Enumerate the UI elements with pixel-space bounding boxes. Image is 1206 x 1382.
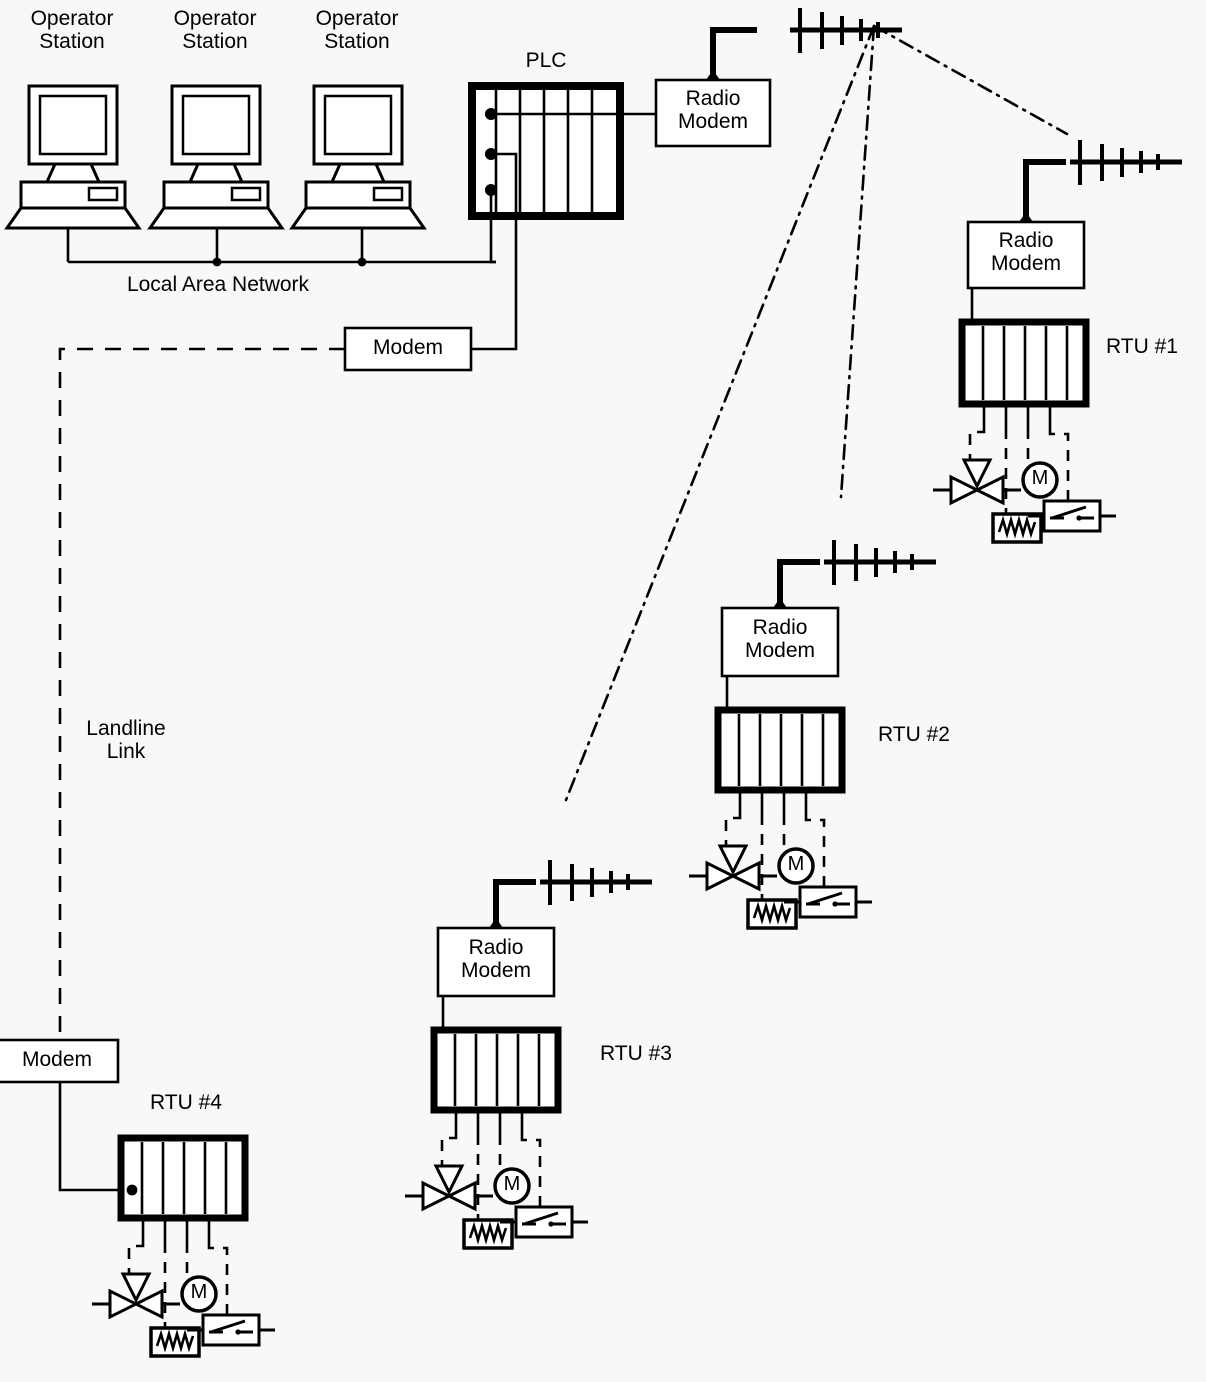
rtu-3-control-valve — [403, 1164, 495, 1211]
operator-station-1-label: Operator Station — [30, 7, 114, 53]
rtu-4-heater-element — [149, 1326, 201, 1358]
rtu-2-motor-symbol-text: M — [787, 853, 805, 875]
rtu-1-motor-symbol-text: M — [1031, 467, 1049, 489]
master-antenna — [706, 8, 902, 80]
rtu-1-rack — [958, 318, 1090, 408]
operator-station-1 — [5, 84, 141, 230]
landline-link-path — [58, 347, 345, 1040]
master-radio-modem-label: Radio Modem — [677, 87, 749, 133]
rtu-2-name-label: RTU #2 — [878, 723, 950, 746]
central-modem-label: Modem — [372, 336, 444, 359]
rtu-1-heater-element — [991, 512, 1043, 544]
rtu-2-antenna — [773, 540, 936, 608]
rtu-2-io-drops — [738, 790, 808, 814]
landline-link-label: Landline Link — [86, 717, 166, 763]
rtu-3-heater-element — [462, 1218, 514, 1250]
rtu-3-radio-modem-label: Radio Modem — [460, 936, 532, 982]
operator-station-3 — [290, 84, 426, 230]
rtu-2-heater-element — [746, 898, 798, 930]
rtu-3-motor-symbol-text: M — [503, 1173, 521, 1195]
remote-modem-to-rtu4-wire — [58, 1082, 121, 1192]
rtu-2-radio-modem-label: Radio Modem — [744, 616, 816, 662]
rtu-1-radio-modem-label: Radio Modem — [990, 229, 1062, 275]
rtu-4-motor-symbol-text: M — [190, 1281, 208, 1303]
rtu-1-io-drops — [982, 404, 1052, 428]
rtu-3-io-drops — [454, 1110, 524, 1134]
rtu-2-rack — [714, 706, 846, 794]
local-area-network-bus — [66, 228, 496, 267]
diagram-canvas: Operator Station Operator Station Operat… — [0, 0, 1206, 1382]
rtu-3-name-label: RTU #3 — [600, 1042, 672, 1065]
rtu-4-name-label: RTU #4 — [150, 1091, 222, 1114]
rtu-4-control-valve — [90, 1272, 182, 1319]
rtu-1-antenna — [1019, 140, 1182, 222]
plc-label: PLC — [525, 49, 567, 72]
rtu-3-rack — [430, 1026, 562, 1114]
rtu-3-antenna — [489, 860, 652, 928]
operator-station-2 — [148, 84, 284, 230]
operator-station-2-label: Operator Station — [173, 7, 257, 53]
rtu-4-terminal-dot — [126, 1184, 138, 1196]
radio-link-rays — [564, 24, 1069, 802]
rtu-4-rack — [117, 1134, 249, 1222]
rtu-4-io-drops — [141, 1218, 211, 1242]
rtu-1-name-label: RTU #1 — [1106, 335, 1178, 358]
rtu-2-control-valve — [687, 844, 779, 891]
rtu-1-control-valve — [931, 458, 1023, 505]
local-area-network-label: Local Area Network — [126, 273, 310, 296]
operator-station-3-label: Operator Station — [315, 7, 399, 53]
remote-modem-label: Modem — [21, 1048, 93, 1071]
scada-diagram-svg — [0, 0, 1206, 1358]
